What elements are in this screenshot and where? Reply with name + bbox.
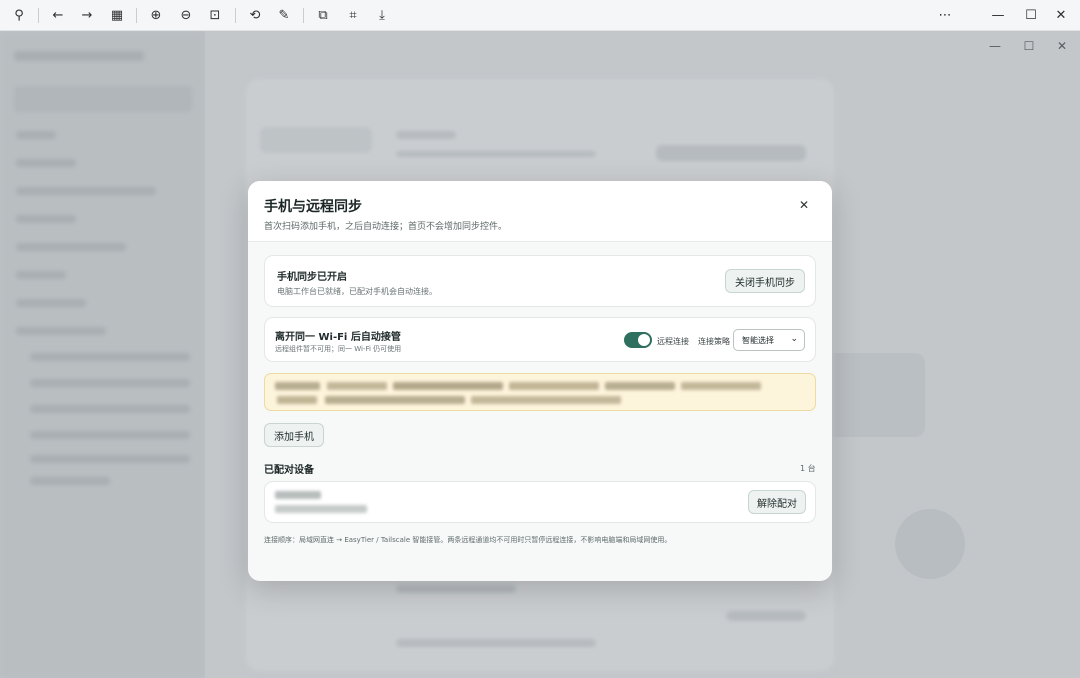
zoom-in-icon[interactable]: ⊕ [147, 6, 165, 24]
background-maximize-icon: ☐ [1023, 39, 1035, 53]
crop-icon[interactable]: ⌗ [344, 6, 362, 24]
remote-takeover-title: 离开同一 Wi-Fi 后自动接管 [275, 332, 401, 343]
toggle-knob [638, 334, 650, 346]
phone-sync-dialog: 手机与远程同步 首次扫码添加手机，之后自动连接；首页不会增加同步控件。 ✕ 手机… [248, 181, 832, 581]
add-phone-button[interactable]: 添加手机 [264, 423, 324, 447]
remote-connect-toggle[interactable] [624, 332, 652, 348]
edit-icon[interactable]: ✎ [275, 6, 293, 24]
sync-status-title: 手机同步已开启 [277, 272, 347, 283]
strategy-select-value: 智能选择 [742, 335, 774, 345]
device-name-redacted [275, 491, 321, 499]
forward-arrow-icon[interactable]: → [78, 6, 96, 24]
strategy-label: 连接策略 [698, 337, 730, 346]
background-minimize-icon: — [989, 39, 1001, 53]
remote-takeover-card: 离开同一 Wi-Fi 后自动接管 远程组件暂不可用；同一 Wi-Fi 仍可使用 … [264, 317, 816, 362]
device-info-redacted [275, 505, 367, 513]
maximize-icon[interactable]: ☐ [1022, 6, 1040, 24]
remote-connect-label: 远程连接 [657, 337, 689, 346]
remote-takeover-desc: 远程组件暂不可用；同一 Wi-Fi 仍可使用 [275, 345, 402, 353]
strategy-select[interactable]: 智能选择 ⌄ [733, 329, 805, 351]
toolbar-separator [136, 8, 137, 23]
paired-devices-count: 1 台 [800, 464, 816, 473]
sync-status-card: 手机同步已开启 电脑工作台已就绪，已配对手机会自动连接。 关闭手机同步 [264, 255, 816, 307]
more-icon[interactable]: ⋯ [936, 6, 954, 24]
close-icon[interactable]: ✕ [1052, 6, 1070, 24]
paired-device-row: 解除配对 [264, 481, 816, 523]
dialog-header: 手机与远程同步 首次扫码添加手机，之后自动连接；首页不会增加同步控件。 ✕ [248, 181, 832, 242]
image-viewer-toolbar: ⚲ ← → ▦ ⊕ ⊖ ⊡ ⟲ ✎ ⧉ ⌗ ⤓ ⋯ — ☐ ✕ [0, 0, 1080, 31]
grid-icon[interactable]: ▦ [108, 6, 126, 24]
unpair-button[interactable]: 解除配对 [748, 490, 806, 514]
zoom-out-icon[interactable]: ⊖ [177, 6, 195, 24]
save-icon[interactable]: ⤓ [373, 6, 391, 24]
copy-icon[interactable]: ⧉ [314, 6, 332, 24]
disable-sync-button[interactable]: 关闭手机同步 [725, 269, 805, 293]
dialog-close-icon[interactable]: ✕ [797, 198, 811, 212]
pin-icon[interactable]: ⚲ [10, 6, 28, 24]
paired-devices-title: 已配对设备 [264, 465, 314, 476]
chevron-down-icon: ⌄ [790, 334, 798, 344]
toolbar-separator [235, 8, 236, 23]
connection-order-note: 连接顺序：局域网直连 → EasyTier / Tailscale 智能接管。两… [264, 536, 672, 544]
rotate-icon[interactable]: ⟲ [246, 6, 264, 24]
back-arrow-icon[interactable]: ← [49, 6, 67, 24]
remote-status-notice [264, 373, 816, 411]
dialog-title: 手机与远程同步 [264, 199, 362, 215]
sync-status-desc: 电脑工作台已就绪，已配对手机会自动连接。 [277, 287, 437, 296]
toolbar-separator [303, 8, 304, 23]
fit-icon[interactable]: ⊡ [206, 6, 224, 24]
background-close-icon: ✕ [1056, 39, 1068, 53]
dialog-subtitle: 首次扫码添加手机，之后自动连接；首页不会增加同步控件。 [264, 222, 508, 232]
minimize-icon[interactable]: — [989, 6, 1007, 24]
toolbar-separator [38, 8, 39, 23]
